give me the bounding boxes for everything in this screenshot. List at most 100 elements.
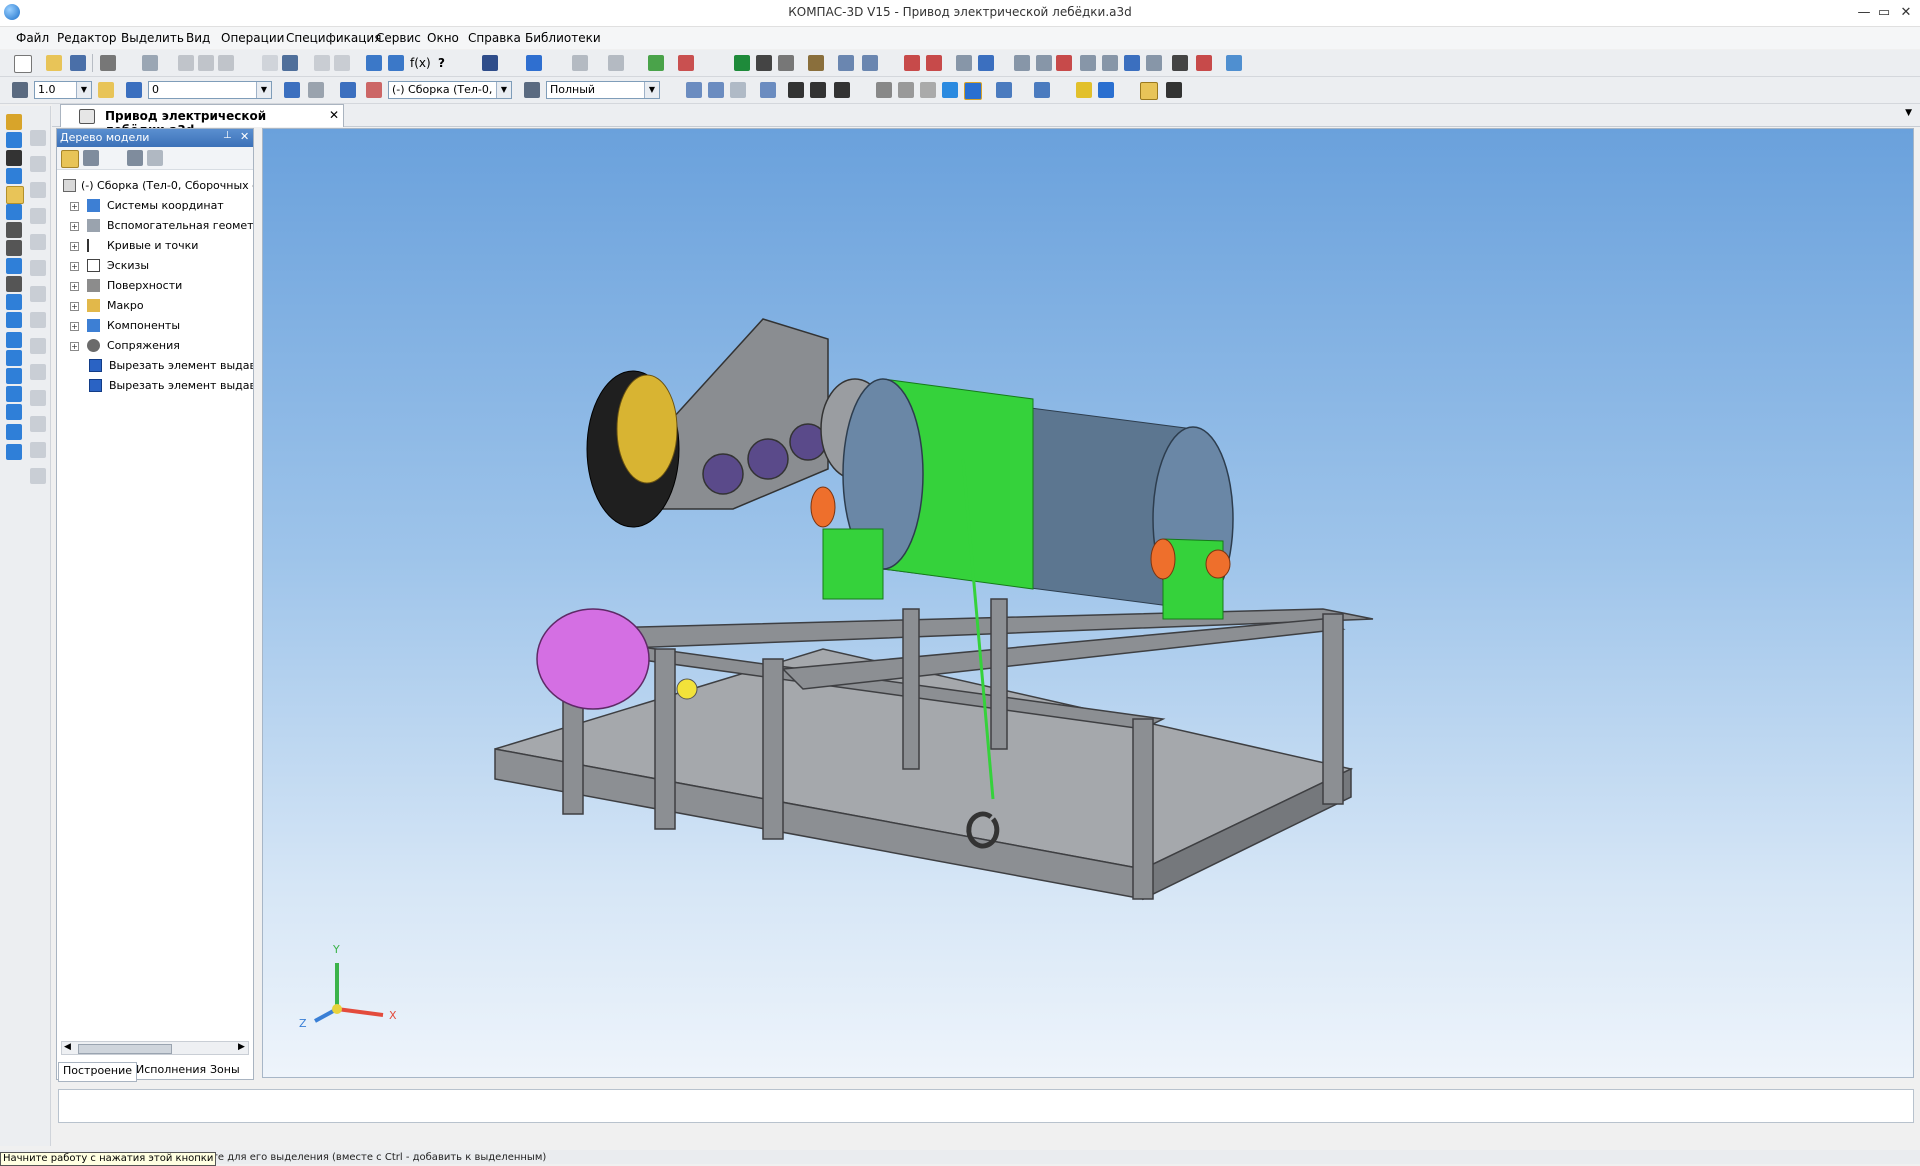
edit-component-icon[interactable] xyxy=(340,82,356,98)
arrays-icon[interactable] xyxy=(6,186,24,204)
local-cs-icon[interactable] xyxy=(308,82,324,98)
point-array-icon[interactable] xyxy=(6,386,22,402)
library-icon[interactable] xyxy=(648,55,664,71)
function-icon[interactable]: f(x) xyxy=(410,55,431,71)
perspective-icon[interactable] xyxy=(996,82,1012,98)
save-icon[interactable] xyxy=(70,55,86,71)
copy-icon[interactable] xyxy=(198,55,214,71)
redo-icon[interactable] xyxy=(334,55,350,71)
tree-item-cut-extrude-1[interactable]: Вырезать элемент выдавл xyxy=(57,357,253,375)
view-mode-combo[interactable]: Полный ▼ xyxy=(546,81,660,99)
scroll-right-icon[interactable]: ▶ xyxy=(238,1042,245,1052)
variables-icon[interactable] xyxy=(388,55,404,71)
constraint-icon[interactable] xyxy=(1014,55,1030,71)
tree-item-surfaces[interactable]: + Поверхности xyxy=(57,277,253,295)
aux-geometry-icon[interactable] xyxy=(6,204,22,220)
tree-item-cut-extrude-2[interactable]: Вырезать элемент выдавл xyxy=(57,377,253,395)
dots-icon[interactable] xyxy=(1196,55,1212,71)
materials-icon[interactable] xyxy=(1098,82,1114,98)
scroll-left-icon[interactable]: ◀ xyxy=(64,1042,71,1052)
halftone-icon[interactable] xyxy=(942,82,958,98)
chevron-down-icon[interactable]: ▼ xyxy=(76,82,91,98)
layer-icon[interactable] xyxy=(126,82,142,98)
bracket-icon[interactable] xyxy=(1036,55,1052,71)
zoom-out-icon[interactable] xyxy=(708,82,724,98)
zoom-window-icon[interactable] xyxy=(730,82,746,98)
arc-icon[interactable] xyxy=(30,156,46,172)
wireframe-icon[interactable] xyxy=(876,82,892,98)
close-button[interactable]: ✕ xyxy=(1896,3,1916,23)
menu-specification[interactable]: Спецификация xyxy=(286,31,381,45)
measure-icon[interactable] xyxy=(608,55,624,71)
tree-structure-icon[interactable] xyxy=(61,150,79,168)
circle-icon[interactable] xyxy=(30,182,46,198)
offset-icon[interactable] xyxy=(30,364,46,380)
paste-icon[interactable] xyxy=(218,55,234,71)
grid-icon[interactable] xyxy=(956,55,972,71)
tab-zones[interactable]: Зоны xyxy=(206,1062,244,1080)
model-view-icon[interactable] xyxy=(526,55,542,71)
zoom-in-icon[interactable] xyxy=(686,82,702,98)
pin-panel-icon[interactable]: ⊥ xyxy=(223,130,232,141)
component-combo[interactable]: (-) Сборка (Тел-0, (▼ xyxy=(388,81,512,99)
curves-icon[interactable] xyxy=(6,150,22,166)
line-icon[interactable] xyxy=(30,130,46,146)
expand-icon[interactable]: + xyxy=(70,222,79,231)
snap-icon[interactable] xyxy=(98,82,114,98)
marker-icon[interactable] xyxy=(1102,55,1118,71)
filter-icon[interactable] xyxy=(1140,82,1158,100)
dimension-chain-icon[interactable] xyxy=(926,55,942,71)
contrast-icon[interactable] xyxy=(756,55,772,71)
table-array-icon[interactable] xyxy=(6,404,22,420)
filter-left-icon[interactable] xyxy=(6,258,22,274)
spline-icon[interactable] xyxy=(30,234,46,250)
cut-icon[interactable] xyxy=(178,55,194,71)
manager-icon[interactable] xyxy=(366,55,382,71)
expand-icon[interactable]: + xyxy=(70,302,79,311)
align-icon[interactable] xyxy=(978,55,994,71)
box-icon[interactable] xyxy=(1076,82,1092,98)
close-panel-icon[interactable]: ✕ xyxy=(240,130,249,143)
section-icon[interactable] xyxy=(1034,82,1050,98)
edit-assembly-icon[interactable] xyxy=(6,114,22,130)
properties-icon[interactable] xyxy=(282,55,298,71)
tab-versions[interactable]: Исполнения xyxy=(132,1062,210,1080)
mirror-icon[interactable] xyxy=(6,424,22,440)
extend-icon[interactable] xyxy=(30,442,46,458)
rotate-icon[interactable] xyxy=(810,82,826,98)
text-style-icon[interactable] xyxy=(1172,55,1188,71)
polyline-icon[interactable] xyxy=(30,260,46,276)
symbol-icon[interactable] xyxy=(1056,55,1072,71)
expand-icon[interactable]: + xyxy=(70,282,79,291)
pin-icon[interactable] xyxy=(778,55,794,71)
undo-icon[interactable] xyxy=(314,55,330,71)
display-settings-icon[interactable] xyxy=(1166,82,1182,98)
circle-array-icon[interactable] xyxy=(6,350,22,366)
tab-build[interactable]: Построение xyxy=(58,1062,138,1082)
chevron-down-icon[interactable]: ▼ xyxy=(496,82,511,98)
menu-operations[interactable]: Операции xyxy=(221,31,284,45)
tree-horizontal-scrollbar[interactable]: ◀ ▶ xyxy=(61,1041,249,1055)
halftone-edges-icon[interactable] xyxy=(964,82,982,100)
trim-icon[interactable] xyxy=(30,416,46,432)
text-icon[interactable] xyxy=(678,55,694,71)
open-icon[interactable] xyxy=(46,55,62,71)
assembly-icon[interactable] xyxy=(366,82,382,98)
model-viewport[interactable]: Y X Z xyxy=(262,128,1914,1078)
hatch-icon[interactable] xyxy=(30,390,46,406)
search-icon[interactable] xyxy=(838,55,854,71)
copy-components-icon[interactable] xyxy=(6,444,22,460)
step-icon[interactable] xyxy=(12,82,28,98)
scrollbar-thumb[interactable] xyxy=(78,1044,172,1054)
spec-icon[interactable] xyxy=(6,276,22,292)
menu-help[interactable]: Справка xyxy=(468,31,521,45)
dimension-icon[interactable] xyxy=(904,55,920,71)
close-tab-icon[interactable]: ✕ xyxy=(329,108,339,122)
preview-icon[interactable] xyxy=(142,55,158,71)
minimize-button[interactable]: — xyxy=(1854,3,1874,23)
elements-icon[interactable] xyxy=(6,312,22,328)
orientation-icon[interactable] xyxy=(572,55,588,71)
bridge-icon[interactable] xyxy=(808,55,824,71)
shading-icon[interactable] xyxy=(482,55,498,71)
menu-window[interactable]: Окно xyxy=(427,31,459,45)
